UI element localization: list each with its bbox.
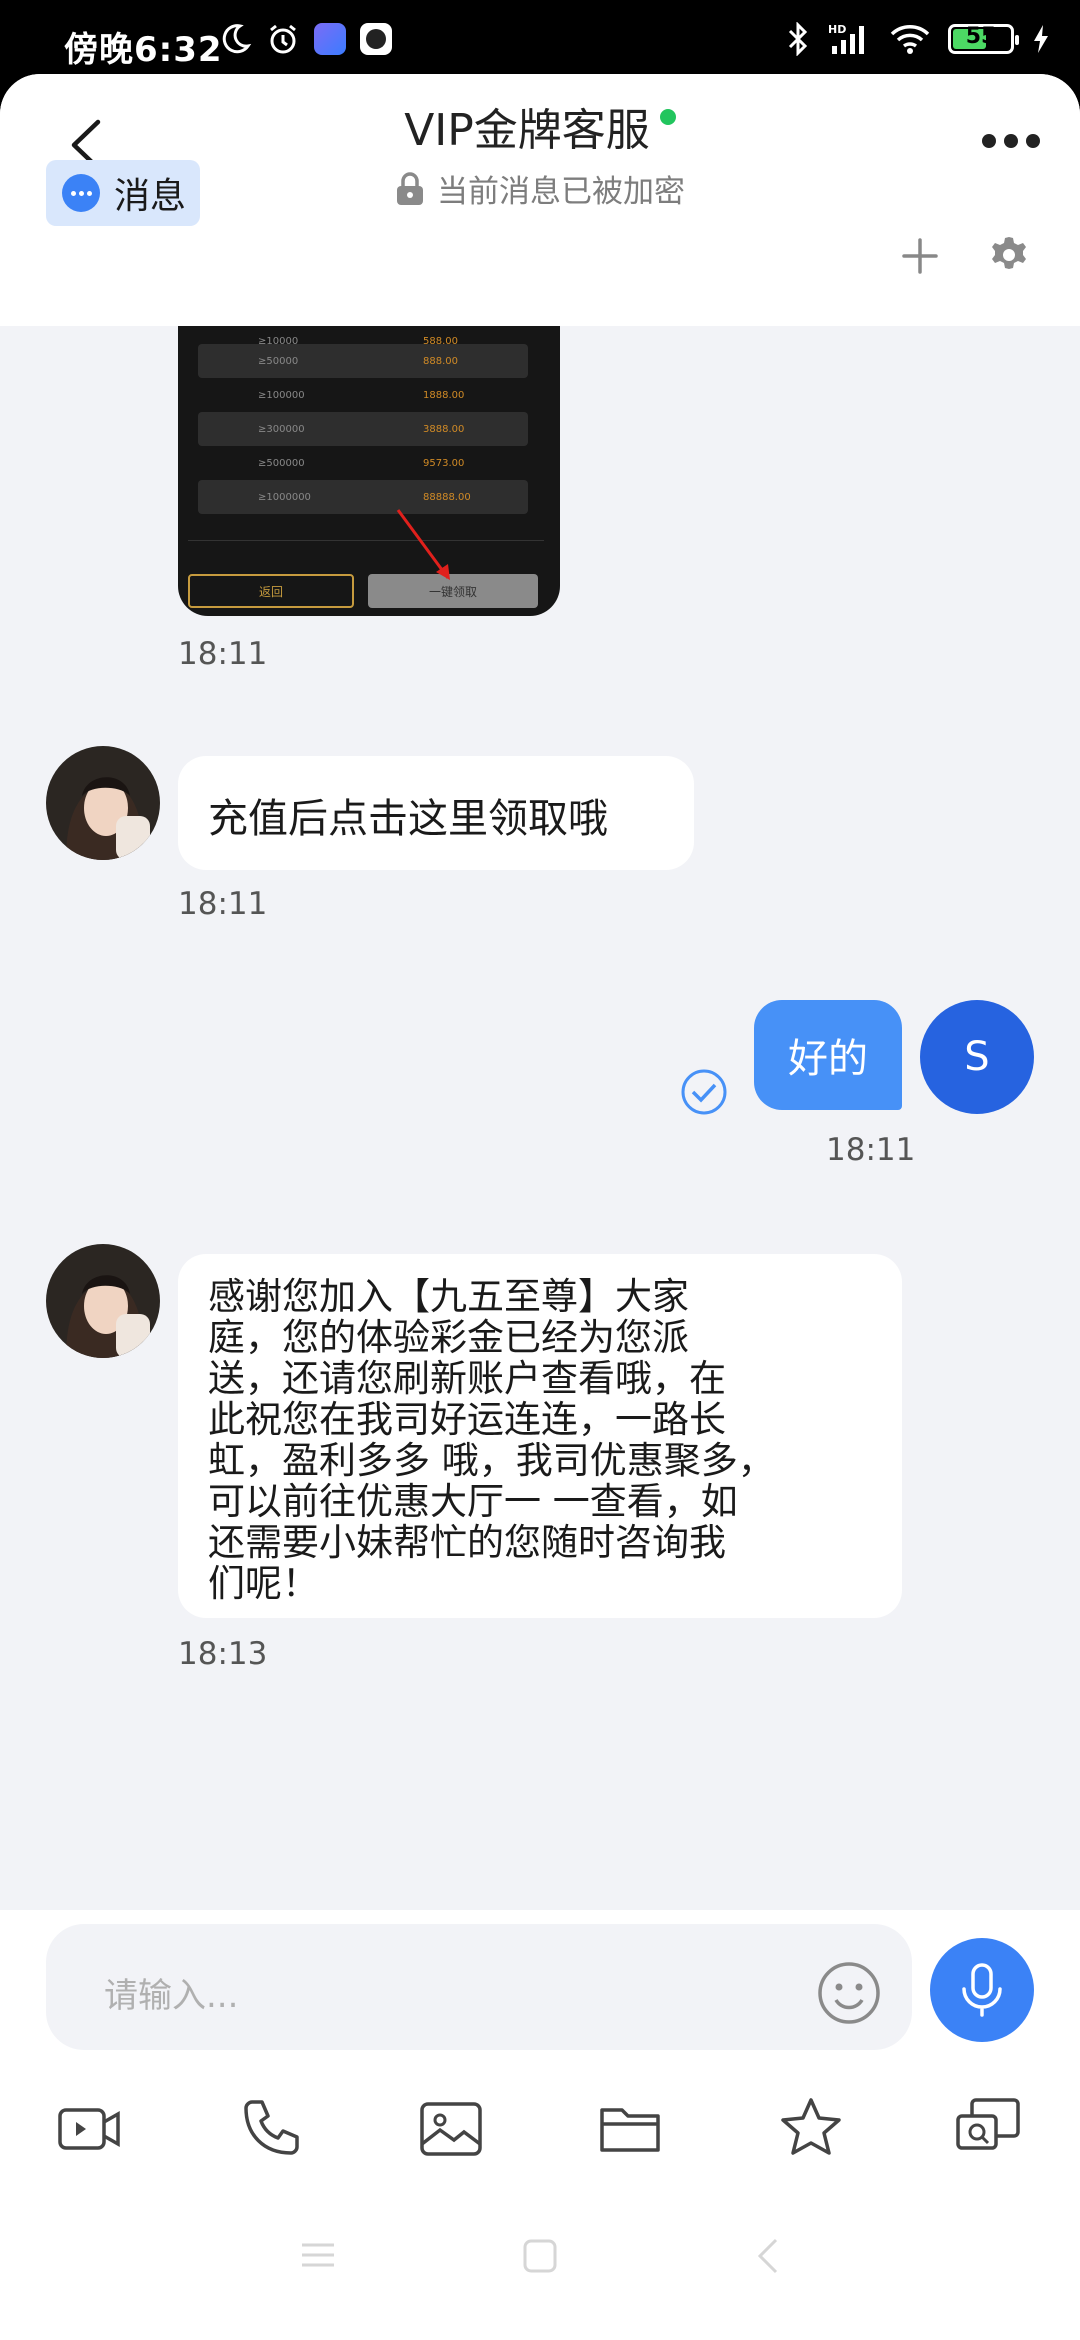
- agent-avatar[interactable]: [46, 746, 160, 860]
- row-threshold: ≥1000000: [258, 492, 311, 503]
- agent-avatar[interactable]: [46, 1244, 160, 1358]
- video-icon[interactable]: [54, 2094, 124, 2164]
- row-amount: 88888.00: [423, 492, 471, 503]
- image-return-button: 返回: [188, 574, 354, 608]
- row-amount: 3888.00: [423, 424, 465, 435]
- message-line: 们呢！: [208, 1562, 319, 1605]
- folder-icon[interactable]: [596, 2094, 666, 2164]
- row-threshold: ≥100000: [258, 390, 305, 401]
- row-amount: 9573.00: [423, 458, 465, 469]
- app-notification-icon-2: [360, 23, 392, 55]
- message-bubble-incoming[interactable]: 充值后点击这里领取哦: [178, 756, 694, 870]
- tab-messages[interactable]: 消息: [46, 160, 201, 226]
- signal-icon: HD: [828, 23, 864, 54]
- online-status-dot: [659, 109, 676, 125]
- tab-messages-label: 消息: [114, 176, 187, 217]
- row-threshold: ≥300000: [258, 424, 305, 435]
- message-time: 18:11: [178, 636, 268, 672]
- image-table-row: ≥100000 1888.00: [198, 378, 528, 412]
- message-time: 18:13: [178, 1636, 268, 1672]
- row-threshold: ≥500000: [258, 458, 305, 469]
- encryption-text: 当前消息已被加密: [437, 174, 685, 210]
- message-list[interactable]: ≥10000 588.00 ≥50000 888.00 ≥100000 1888.00…: [0, 326, 1080, 1910]
- bluetooth-icon: [788, 22, 808, 56]
- message-input[interactable]: 请输入...: [46, 1924, 912, 2050]
- screen-share-icon[interactable]: [954, 2094, 1024, 2164]
- message-line: 送，还请您刷新账户查看哦，在: [208, 1357, 726, 1400]
- microphone-icon: [962, 1963, 1002, 2017]
- status-time: 傍晚6:32: [64, 30, 223, 70]
- image-table-row: ≥50000 888.00: [198, 344, 528, 378]
- status-icons-left: [218, 22, 392, 56]
- status-bar: 傍晚6:32 HD 55: [0, 0, 1080, 80]
- home-nav-icon[interactable]: [522, 2238, 558, 2274]
- emoji-icon[interactable]: [816, 1960, 882, 2026]
- system-navigation: [0, 2228, 1080, 2308]
- battery-icon: 55: [948, 24, 1019, 54]
- message-time: 18:11: [178, 886, 268, 922]
- row-amount: 1888.00: [423, 390, 465, 401]
- moon-icon: [222, 24, 252, 54]
- settings-gear-icon[interactable]: [988, 234, 1030, 276]
- phone-icon[interactable]: [236, 2094, 306, 2164]
- message-bubble-incoming[interactable]: 感谢您加入【九五至尊】大家 庭，您的体验彩金已经为您派 送，还请您刷新账户查看哦…: [178, 1254, 902, 1618]
- message-line: 感谢您加入【九五至尊】大家: [208, 1275, 689, 1318]
- image-icon[interactable]: [416, 2094, 486, 2164]
- voice-input-button[interactable]: [930, 1938, 1034, 2042]
- image-table-row: ≥500000 9573.00: [198, 446, 528, 480]
- chat-title: VIP金牌客服: [404, 94, 676, 158]
- lock-icon: [397, 171, 423, 205]
- alarm-icon: [270, 24, 296, 54]
- row-threshold: ≥50000: [258, 356, 299, 367]
- image-table-row: ≥1000000 88888.00: [198, 480, 528, 514]
- network-label: HD: [828, 23, 846, 36]
- star-icon[interactable]: [776, 2094, 846, 2164]
- chat-bubble-icon: [62, 174, 100, 212]
- battery-level: 55: [965, 24, 997, 49]
- message-line: 虹，盈利多多 哦，我司优惠聚多，: [208, 1439, 775, 1482]
- message-line: 可以前往优惠大厅一 一查看，如: [208, 1480, 738, 1523]
- message-bubble-outgoing[interactable]: 好的: [754, 1000, 902, 1110]
- message-line: 还需要小妹帮忙的您随时咨询我: [208, 1521, 726, 1564]
- attachment-toolbar: [0, 2094, 1080, 2174]
- image-table-row: ≥300000 3888.00: [198, 412, 528, 446]
- message-line: 庭，您的体验彩金已经为您派: [208, 1316, 689, 1359]
- wifi-icon: [890, 25, 930, 54]
- row-amount: 888.00: [423, 356, 458, 367]
- add-icon[interactable]: [900, 236, 940, 276]
- charging-icon: [1034, 25, 1048, 53]
- divider: [188, 540, 544, 541]
- more-options-icon[interactable]: [982, 134, 1040, 148]
- message-line: 此祝您在我司好运连连，一路长: [208, 1398, 726, 1441]
- menu-nav-icon[interactable]: [300, 2240, 336, 2270]
- message-time: 18:11: [826, 1132, 916, 1168]
- red-arrow-icon: [396, 509, 450, 580]
- back-nav-icon[interactable]: [756, 2238, 780, 2274]
- chat-title-text: VIP金牌客服: [404, 105, 650, 156]
- app-notification-icon: [314, 23, 346, 55]
- encryption-notice: 当前消息已被加密: [395, 166, 685, 211]
- self-avatar[interactable]: S: [920, 1000, 1034, 1114]
- message-input-placeholder: 请输入...: [104, 1976, 239, 2016]
- message-image[interactable]: ≥10000 588.00 ≥50000 888.00 ≥100000 1888.00…: [178, 326, 560, 616]
- status-icons-right: HD 55: [786, 22, 1050, 56]
- read-check-icon: [681, 1069, 727, 1115]
